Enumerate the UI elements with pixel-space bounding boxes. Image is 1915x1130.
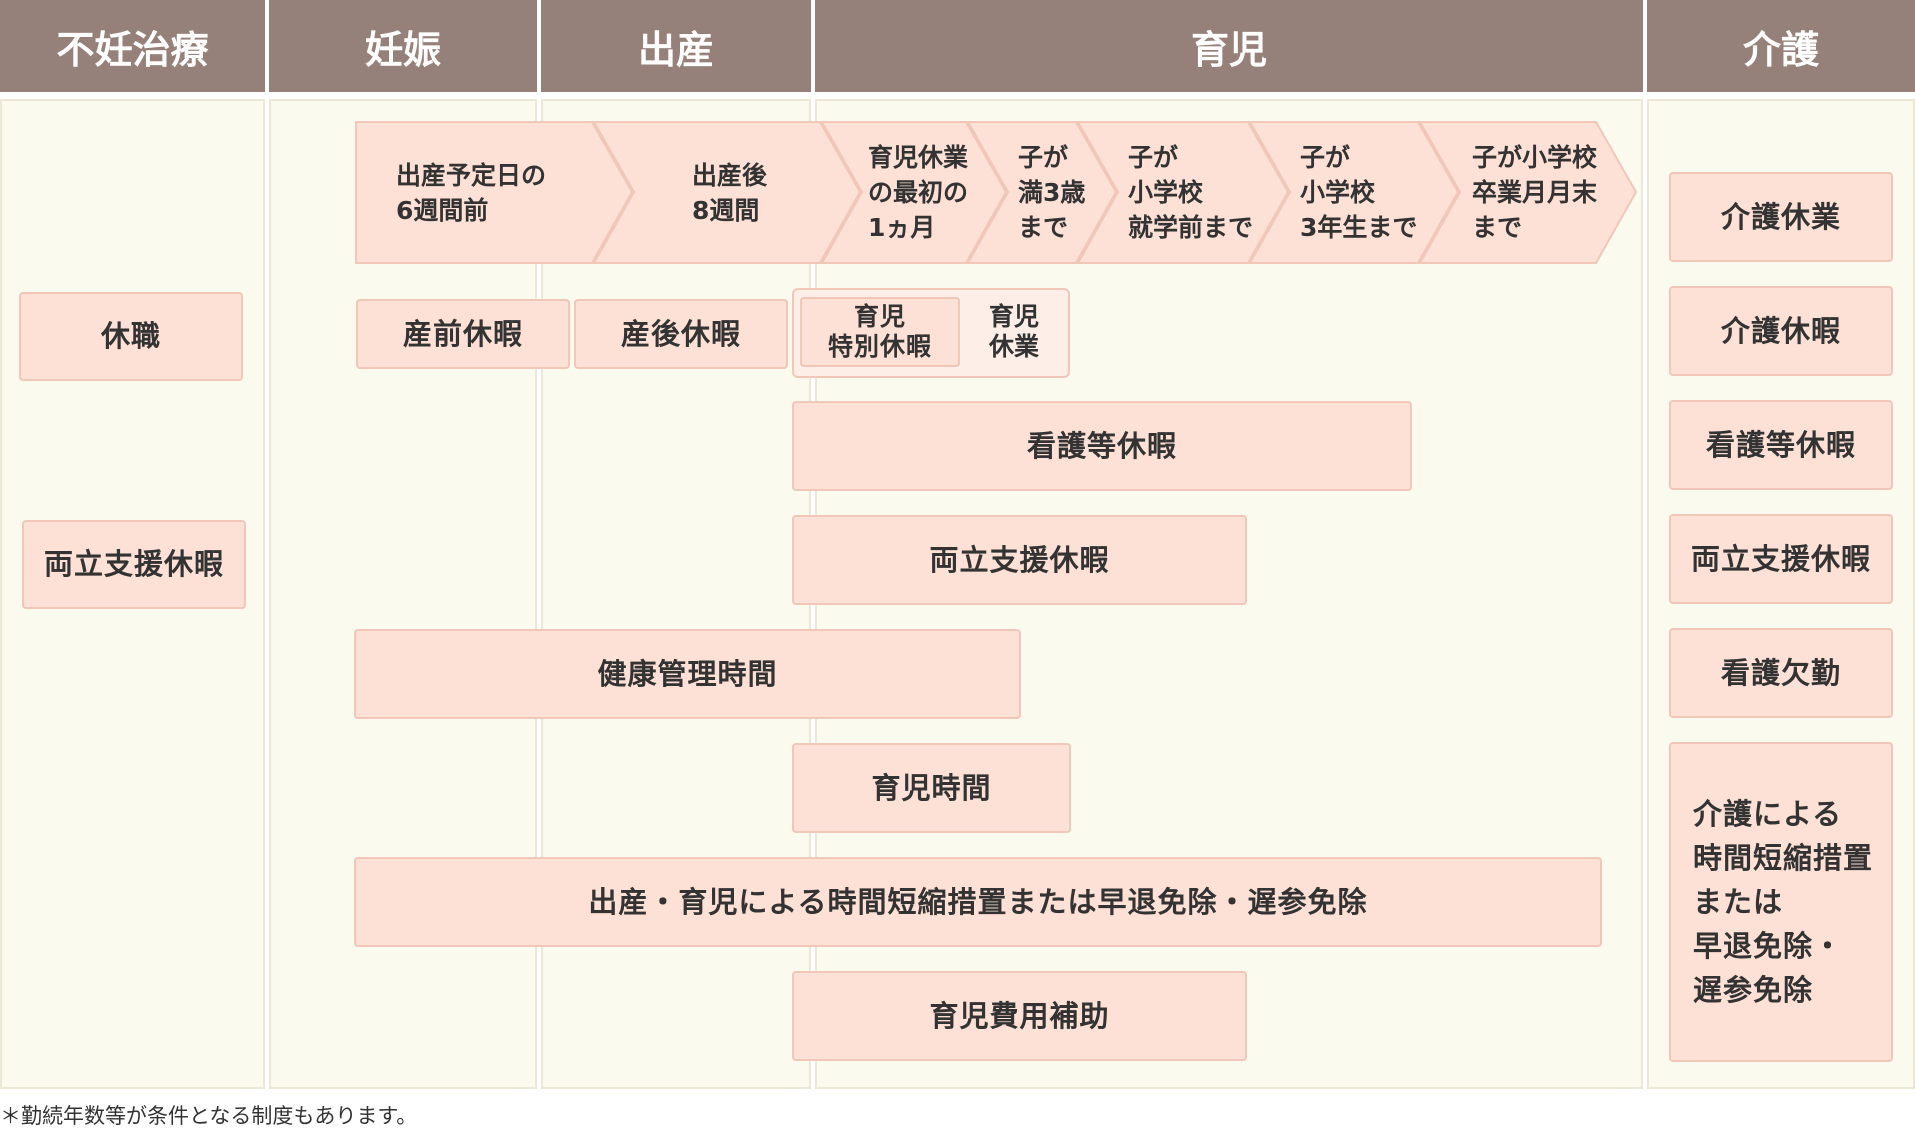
timeline-label-2: 出産後 8週間 (692, 160, 768, 225)
childcare-subsidy: 育児費用補助 (792, 971, 1247, 1061)
care-nursing-leave: 看護等休暇 (1669, 400, 1893, 490)
support-leave: 両立支援休暇 (792, 515, 1247, 605)
footnote: ＊勤続年数等が条件となる制度もあります。 (0, 1104, 418, 1128)
short-hours-childcare: 出産・育児による時間短縮措置または早退免除・遅参免除 (354, 857, 1602, 947)
postnatal-leave: 産後休暇 (574, 299, 788, 369)
fertility-leave: 休職 (19, 292, 243, 381)
fertility-support-leave: 両立支援休暇 (22, 520, 246, 609)
care-nursing-absence: 看護欠勤 (1669, 628, 1893, 718)
timeline-label-1: 出産予定日の 6週間前 (396, 160, 547, 225)
header-fertility: 不妊治療 (0, 0, 265, 92)
timeline-label-5: 子が 小学校 就学前まで (1128, 143, 1254, 242)
childcare-special-leave: 育児 特別休暇 (800, 297, 960, 367)
nursing-leave: 看護等休暇 (792, 401, 1412, 491)
care-short-hours: 介護による 時間短縮措置 または 早退免除・ 遅参免除 (1669, 742, 1893, 1062)
header-childcare: 育児 (815, 0, 1643, 92)
prenatal-leave: 産前休暇 (356, 299, 570, 369)
header-childbirth: 出産 (541, 0, 811, 92)
timeline-label-3: 育児休業 の最初の 1ヵ月 (868, 143, 969, 242)
care-support-leave: 両立支援休暇 (1669, 514, 1893, 604)
health-management-time: 健康管理時間 (354, 629, 1021, 719)
timeline-label-7: 子が小学校 卒業月月末 まで (1472, 143, 1598, 242)
care-leave: 介護休暇 (1669, 286, 1893, 376)
timeline-label-6: 子が 小学校 3年生まで (1300, 143, 1418, 242)
header-caregiving: 介護 (1647, 0, 1915, 92)
header-pregnancy: 妊娠 (269, 0, 537, 92)
childcare-leave: 育児 休業 (988, 302, 1039, 361)
childcare-time: 育児時間 (792, 743, 1071, 833)
timeline-label-4: 子が 満3歳 まで (1018, 143, 1086, 242)
care-leave-long: 介護休業 (1669, 172, 1893, 262)
